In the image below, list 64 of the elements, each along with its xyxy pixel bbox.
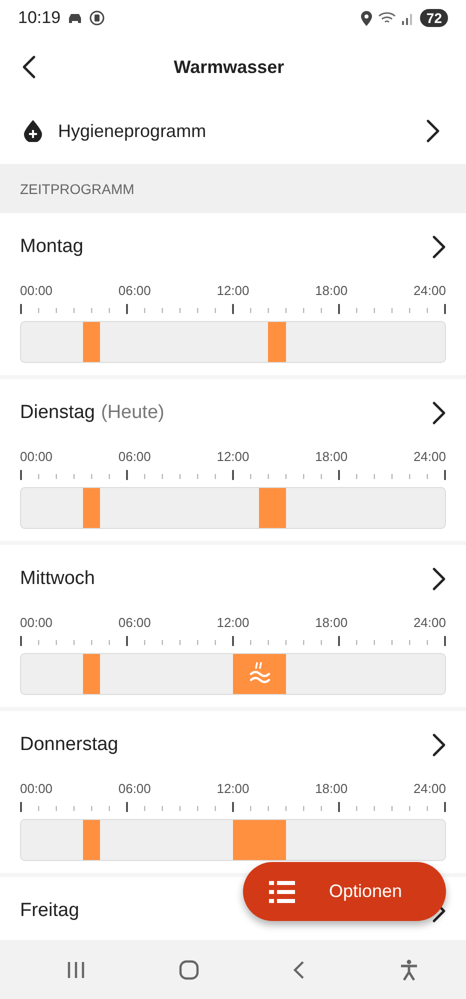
time-label: 24:00	[413, 781, 446, 796]
time-label: 06:00	[118, 615, 151, 630]
time-label: 00:00	[20, 781, 53, 796]
heating-slot[interactable]	[82, 488, 92, 528]
schedule-track[interactable]	[20, 321, 446, 363]
schedule-track[interactable]	[20, 653, 446, 695]
chevron-right-icon	[432, 401, 446, 425]
day-name: Freitag	[20, 900, 80, 922]
heating-slot[interactable]	[82, 654, 92, 694]
today-note: (Heute)	[101, 402, 164, 424]
time-label: 24:00	[413, 283, 446, 298]
time-label: 12:00	[216, 615, 250, 630]
heating-slot[interactable]	[82, 322, 92, 362]
schedule-track[interactable]	[20, 487, 446, 529]
day-name: Dienstag	[20, 402, 95, 424]
time-label: 12:00	[216, 781, 250, 796]
battery-level: 72	[420, 9, 448, 27]
time-label: 00:00	[20, 283, 53, 298]
back-icon	[293, 960, 305, 980]
home-icon	[179, 960, 199, 980]
accessibility-icon	[399, 958, 419, 980]
time-label: 18:00	[315, 781, 348, 796]
location-icon	[361, 10, 372, 26]
chevron-right-icon	[432, 567, 446, 591]
heating-slot[interactable]	[259, 488, 268, 528]
heating-slot[interactable]	[277, 654, 286, 694]
signal-icon	[402, 11, 414, 25]
heating-slot[interactable]	[82, 820, 92, 860]
options-button[interactable]: Optionen	[243, 862, 446, 921]
car-icon	[66, 11, 83, 25]
chevron-right-icon	[426, 119, 440, 143]
heating-slot[interactable]	[277, 488, 286, 528]
wifi-icon	[378, 11, 396, 25]
hygiene-program-link[interactable]: Hygieneprogramm	[58, 120, 410, 142]
recent-apps-icon	[67, 960, 85, 978]
day-name: Donnerstag	[20, 734, 118, 756]
heating-slot[interactable]	[277, 820, 286, 860]
list-icon	[269, 880, 295, 902]
heating-slot[interactable]	[268, 322, 278, 362]
time-label: 12:00	[216, 449, 250, 464]
day-name: Mittwoch	[20, 568, 95, 590]
clock: 10:19	[18, 8, 61, 28]
water-drop-icon	[24, 120, 42, 142]
heating-slot[interactable]	[232, 654, 242, 694]
time-label: 06:00	[118, 781, 151, 796]
chevron-right-icon	[432, 235, 446, 259]
circle-status-icon	[88, 10, 105, 26]
time-label: 00:00	[20, 449, 53, 464]
heating-slot[interactable]	[277, 322, 286, 362]
time-label: 18:00	[315, 283, 348, 298]
section-title: ZEITPROGRAMM	[20, 180, 134, 196]
time-label: 06:00	[118, 449, 151, 464]
chevron-right-icon	[432, 733, 446, 757]
day-name: Montag	[20, 236, 84, 258]
time-label: 18:00	[315, 449, 348, 464]
time-label: 12:00	[216, 283, 250, 298]
time-label: 18:00	[315, 615, 348, 630]
page-title: Warmwasser	[174, 56, 284, 78]
time-label: 00:00	[20, 615, 53, 630]
heating-slot[interactable]	[232, 820, 242, 860]
schedule-track[interactable]	[20, 819, 446, 861]
time-label: 24:00	[413, 615, 446, 630]
time-label: 24:00	[413, 449, 446, 464]
time-label: 06:00	[118, 283, 151, 298]
